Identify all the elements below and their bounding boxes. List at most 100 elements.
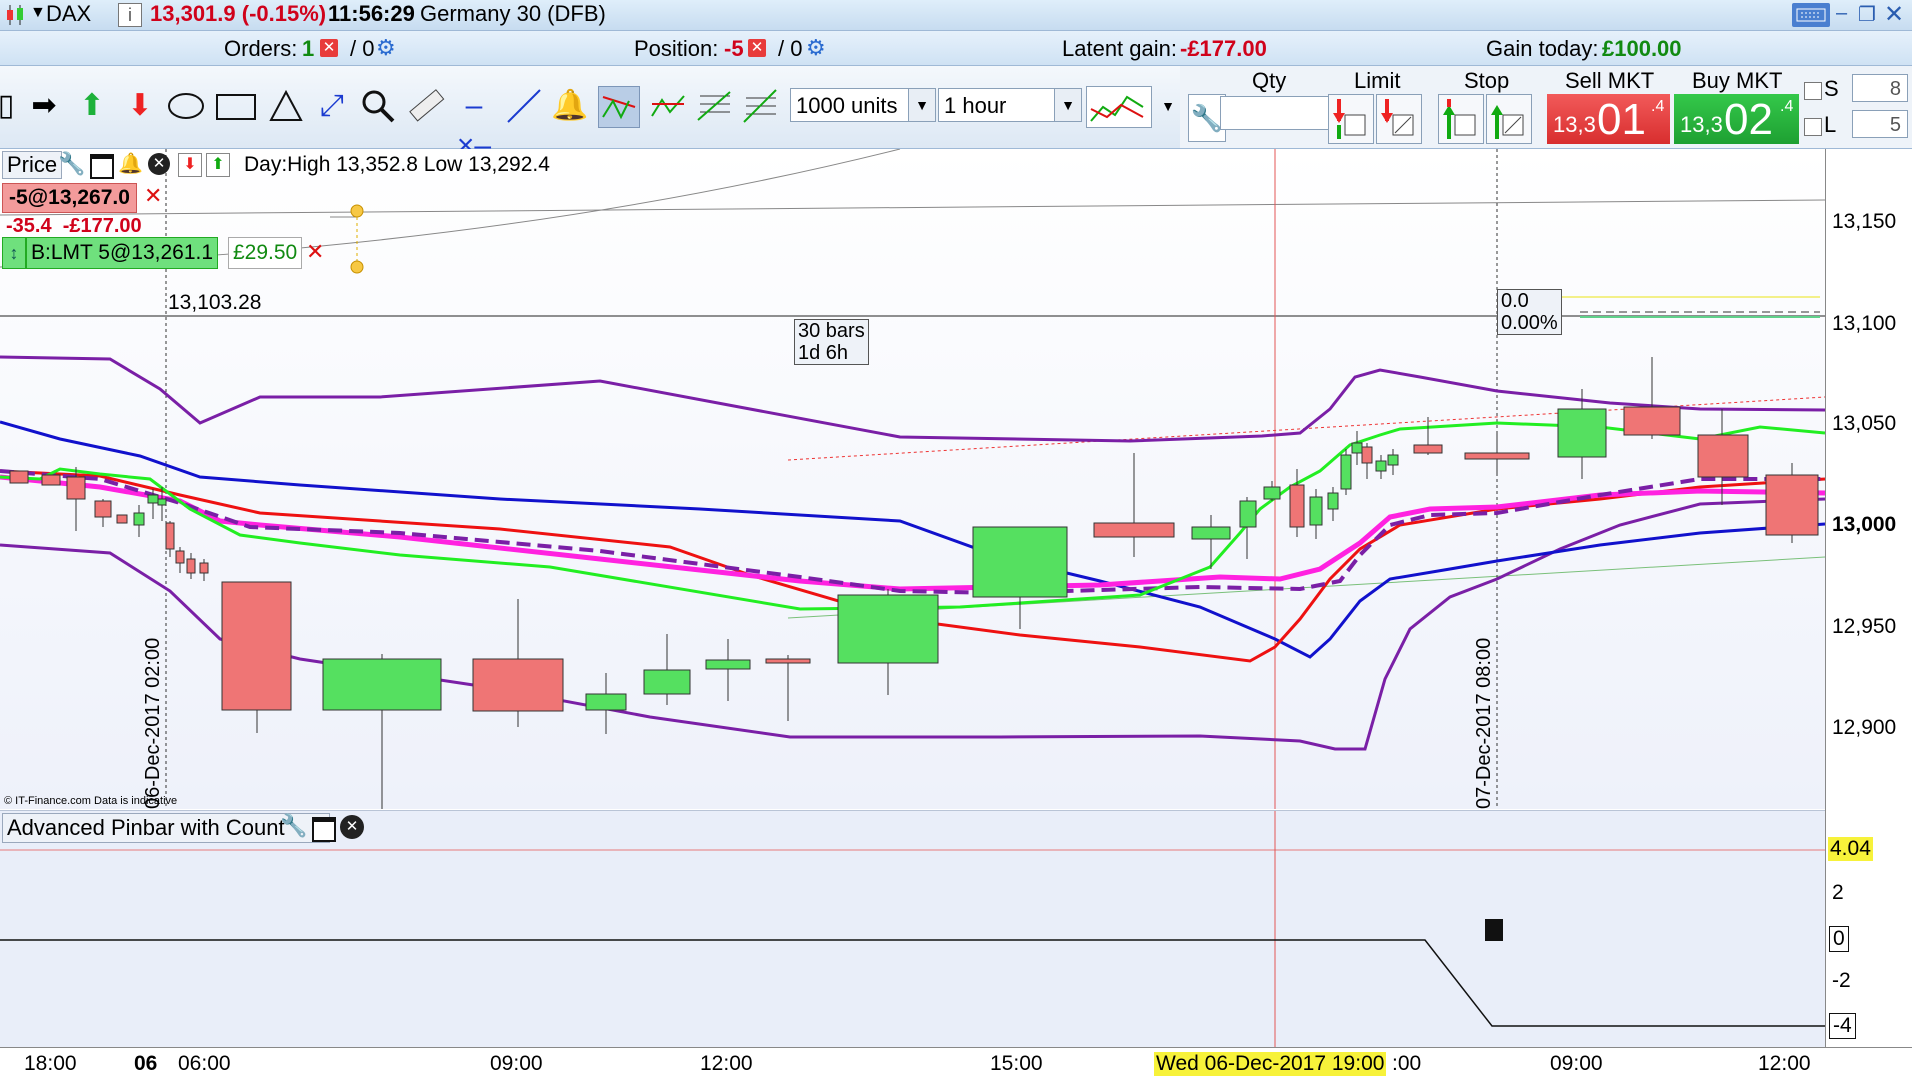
time-marker-label: 07-Dec-2017 08:00 [1473,637,1495,809]
position-gear-icon[interactable]: ⚙ [806,35,826,61]
sell-price-fraction: .4 [1651,98,1665,115]
timeframe-select[interactable]: 1 hour ▼ [938,88,1082,122]
orders-label: Orders: [224,36,298,61]
indicator-y-label: -4 [1829,1013,1856,1039]
indicator-wrench-icon[interactable]: 🔧 [280,813,307,839]
x-tick-label: 09:00 [1550,1052,1603,1075]
panel-toggle-icon[interactable]: ▯ [0,86,26,126]
position-tag[interactable]: -5@13,267.0 [2,183,137,213]
l-label: L [1824,112,1837,137]
indicators-menu-icon[interactable] [1086,86,1152,128]
sell-market-button[interactable]: 13,3 01 .4 [1547,94,1670,144]
market-name: Germany 30 (DFB) [420,1,606,26]
ellipse-tool-icon[interactable] [166,86,206,126]
alert-bell-icon[interactable]: 🔔 [550,86,590,126]
channel-tool-icon[interactable] [598,86,640,128]
cross-line-tool-icon[interactable]: ⤢ [312,86,352,126]
close-position-tag-icon[interactable]: ✕ [144,183,162,209]
buy-price-fraction: .4 [1780,98,1794,115]
latent-gain-label: Latent gain: [1062,36,1177,61]
indicator-tool-icon[interactable] [648,86,688,126]
position-separator: / 0 [778,36,803,61]
buy-arrow-icon[interactable]: ⬆ [72,86,112,126]
limit-sell-button[interactable] [1376,94,1422,144]
sell-arrow-icon[interactable]: ⬇ [120,86,160,126]
stop-buy-button[interactable] [1438,94,1484,144]
gann-tool-icon[interactable] [740,86,780,126]
window-icon[interactable] [90,154,114,179]
cancel-orders-icon[interactable]: ✕ [320,39,338,57]
measure-percent: 0.00% [1501,312,1558,334]
indicator-window-icon[interactable] [312,817,336,842]
price-chart[interactable]: Price 🔧 🔔 ✕ ⬇ ⬆ Day:High 13,352.8 Low 13… [0,149,1825,809]
x-cursor-label: Wed 06-Dec-2017 19:00 [1154,1052,1387,1076]
horizontal-line-icon[interactable]: –×– [454,86,494,162]
magnifier-icon[interactable] [358,86,398,126]
ruler-icon[interactable] [406,86,446,126]
price-panel-label: Price [7,152,58,177]
move-up-icon[interactable]: ⬆ [206,153,230,177]
y-tick-label: 13,000 [1832,513,1897,536]
limit-order-tag[interactable]: B:LMT 5@13,261.1 [26,237,219,269]
x-tick-label: 06:00 [178,1052,231,1075]
move-down-icon[interactable]: ⬇ [178,153,202,177]
chevron-down-icon[interactable]: ▼ [908,89,935,121]
symbol-dropdown-icon[interactable]: ▼ [30,4,46,22]
l-input[interactable]: 5 [1852,110,1908,138]
l-checkbox[interactable] [1804,118,1822,136]
bars-count: 30 bars [798,320,865,342]
stop-sell-button[interactable] [1486,94,1532,144]
indicator-close-icon[interactable]: ✕ [340,815,364,839]
close-icon[interactable]: ✕ [1884,0,1904,29]
buy-market-button[interactable]: 13,3 02 .4 [1674,94,1799,144]
candlestick-icon [4,3,26,27]
arrow-right-icon[interactable]: ➡ [24,86,64,126]
close-panel-icon[interactable]: ✕ [148,153,170,175]
limit-order-drag-icon[interactable]: ↕ [2,237,26,269]
chevron-down-icon[interactable]: ▼ [1054,89,1081,121]
copyright-notice: © IT-Finance.com Data is indicative [4,795,178,807]
keyboard-icon[interactable] [1792,3,1830,27]
account-bar: Orders: 1 ✕ / 0 ⚙ Position: -5 ✕ / 0 ⚙ L… [0,31,1912,66]
units-select[interactable]: 1000 units ▼ [790,88,936,122]
orders-gear-icon[interactable]: ⚙ [376,35,396,61]
buy-price-big: 02 [1724,95,1773,144]
position-label: Position: [634,36,719,61]
restore-icon[interactable]: ❐ [1858,2,1876,27]
fibonacci-tool-icon[interactable] [694,86,734,126]
y-tick-label: 13,100 [1832,312,1897,335]
x-tick-label: :00 [1392,1052,1422,1075]
triangle-tool-icon[interactable] [266,86,306,126]
s-checkbox[interactable] [1804,82,1822,100]
minimize-icon[interactable]: – [1836,2,1847,25]
level-label: 13,103.28 [168,291,262,314]
y-tick-label: 12,950 [1832,615,1897,638]
close-position-icon[interactable]: ✕ [748,39,766,57]
s-input[interactable]: 8 [1852,74,1908,102]
measure-points: 0.0 [1501,290,1529,312]
units-select-value: 1000 units [796,93,898,118]
stop-label: Stop [1464,68,1510,93]
buy-mkt-label: Buy MKT [1692,68,1783,93]
limit-buy-button[interactable] [1328,94,1374,144]
bell-icon[interactable]: 🔔 [118,151,143,176]
indicator-y-label: 2 [1832,881,1844,904]
cancel-limit-order-icon[interactable]: ✕ [306,239,324,265]
info-icon[interactable]: i [118,3,142,27]
x-tick-label: 06 [134,1052,158,1075]
order-handle[interactable] [350,204,364,218]
symbol-name[interactable]: DAX [46,1,91,27]
time-axis[interactable]: 18:00 06 06:00 09:00 12:00 15:00 Wed 06-… [0,1047,1912,1076]
day-range-text: Day:High 13,352.8 Low 13,292.4 [244,153,550,176]
indicator-panel[interactable]: Advanced Pinbar with Count 🔧 ✕ [0,810,1825,1048]
wrench-icon[interactable]: 🔧 [58,151,85,177]
rectangle-tool-icon[interactable] [214,86,256,126]
time-marker-label: 06-Dec-2017 02:00 [142,637,164,809]
order-handle[interactable] [350,260,364,274]
price-axis[interactable]: 13,150 13,100 13,050 13,000 12,950 12,90… [1825,149,1912,1047]
grey-line [0,199,1825,216]
last-price: 13,301.9 (-0.15%) [150,1,327,26]
trendline-icon[interactable] [504,86,544,126]
orders-count: 1 [302,36,315,61]
indicator-canvas[interactable] [0,811,1825,1048]
